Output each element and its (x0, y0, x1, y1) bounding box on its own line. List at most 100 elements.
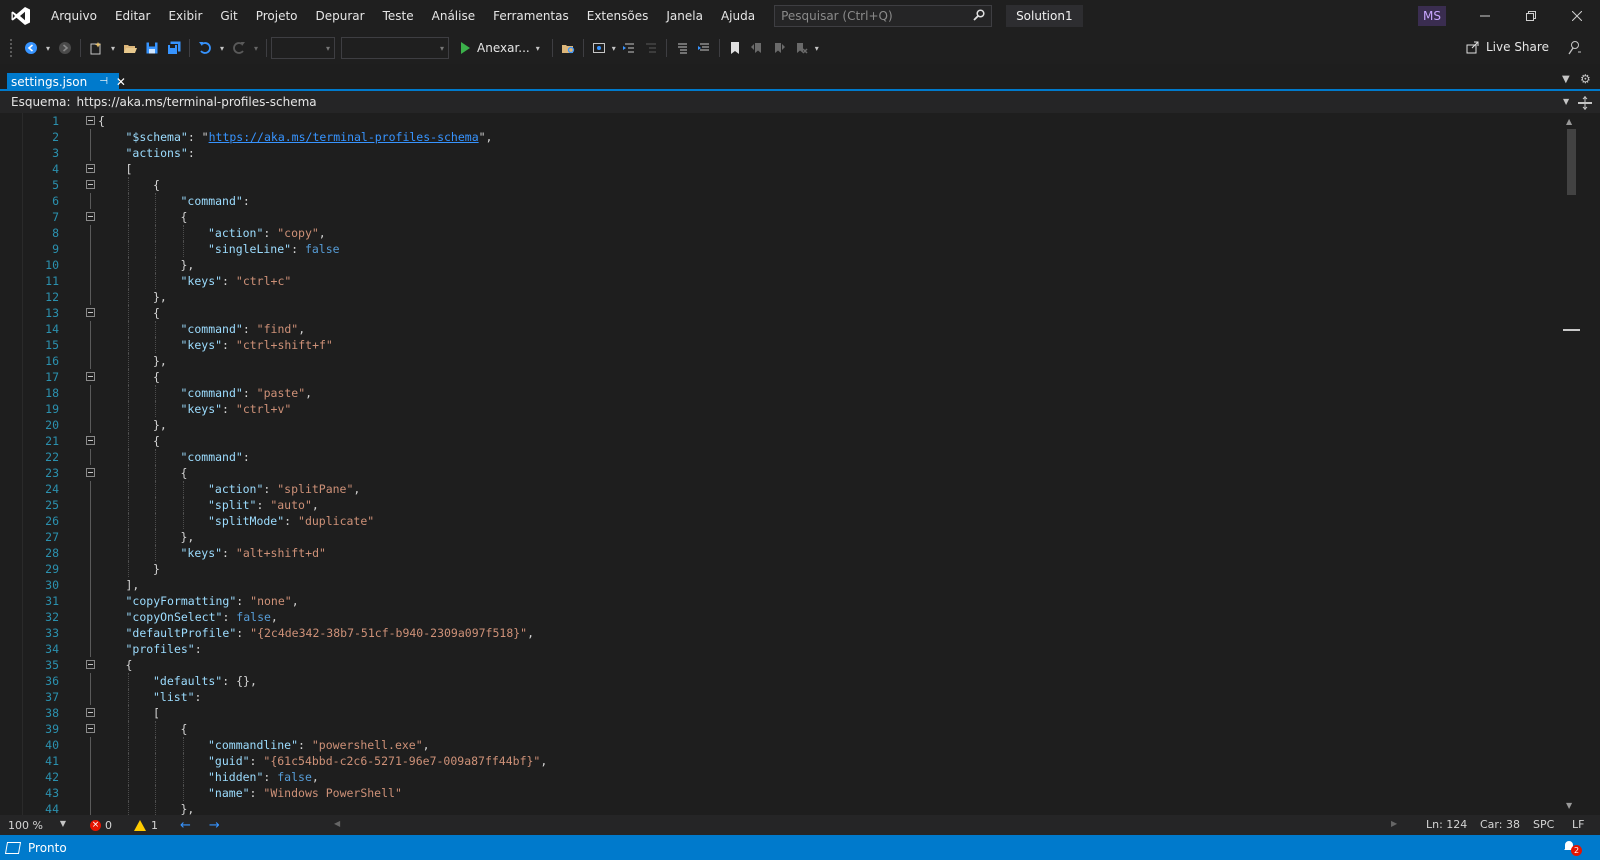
collapse-icon[interactable] (86, 468, 95, 477)
next-bookmark-icon[interactable] (768, 37, 790, 59)
toolbar-grip[interactable] (10, 39, 14, 57)
collapse-icon[interactable] (86, 212, 95, 221)
configuration-combo[interactable]: ▾ (271, 37, 335, 59)
feedback-icon[interactable] (1564, 38, 1584, 58)
platform-combo[interactable]: ▾ (341, 37, 449, 59)
code-line[interactable]: 42 "hidden": false, (0, 769, 1560, 785)
solution-name[interactable]: Solution1 (1006, 5, 1083, 27)
screenshot-icon[interactable] (588, 37, 610, 59)
code-line[interactable]: 15 "keys": "ctrl+shift+f" (0, 337, 1560, 353)
code-line[interactable]: 38 [ (0, 705, 1560, 721)
collapse-icon[interactable] (86, 372, 95, 381)
split-icon[interactable] (1576, 94, 1594, 112)
new-dropdown-icon[interactable]: ▾ (107, 37, 119, 59)
code-line[interactable]: 33 "defaultProfile": "{2c4de342-38b7-51cf… (0, 625, 1560, 641)
collapse-icon[interactable] (86, 436, 95, 445)
menu-janela[interactable]: Janela (657, 0, 712, 32)
code-line[interactable]: 4[ (0, 161, 1560, 177)
restore-button[interactable] (1508, 0, 1554, 32)
back-dropdown-icon[interactable]: ▾ (42, 37, 54, 59)
code-line[interactable]: 9 "singleLine": false (0, 241, 1560, 257)
menu-depurar[interactable]: Depurar (307, 0, 374, 32)
live-share-button[interactable]: Live Share (1466, 40, 1549, 54)
code-line[interactable]: 44}, (0, 801, 1560, 815)
code-line[interactable]: 29} (0, 561, 1560, 577)
menu-arquivo[interactable]: Arquivo (42, 0, 106, 32)
uncomment-icon[interactable] (693, 37, 715, 59)
code-line[interactable]: 14 "command": "find", (0, 321, 1560, 337)
code-line[interactable]: 35 { (0, 657, 1560, 673)
code-line[interactable]: 17 { (0, 369, 1560, 385)
scrollbar-thumb[interactable] (1567, 129, 1576, 195)
bookmark-icon[interactable] (724, 37, 746, 59)
code-token[interactable]: https://aka.ms/terminal-profiles-schema (209, 130, 479, 144)
vs-logo-icon[interactable] (10, 5, 32, 27)
code-line[interactable]: 28 "keys": "alt+shift+d" (0, 545, 1560, 561)
avatar[interactable]: MS (1418, 6, 1446, 26)
code-line[interactable]: 30], (0, 577, 1560, 593)
scroll-up-icon[interactable]: ▲ (1566, 117, 1572, 126)
code-line[interactable]: 39 { (0, 721, 1560, 737)
screenshot-dropdown-icon[interactable]: ▾ (610, 37, 618, 59)
menu-extensoes[interactable]: Extensões (578, 0, 658, 32)
warning-count[interactable]: 1 (134, 819, 158, 832)
vertical-scrollbar[interactable]: ▲ ▼ (1560, 113, 1600, 815)
code-line[interactable]: 1{ (0, 113, 1560, 129)
code-line[interactable]: 3 "actions": (0, 145, 1560, 161)
code-line[interactable]: 10}, (0, 257, 1560, 273)
pin-icon[interactable]: ⊣ (99, 76, 108, 87)
code-line[interactable]: 13 { (0, 305, 1560, 321)
tab-settings-json[interactable]: settings.json ⊣ ✕ (7, 73, 126, 90)
code-line[interactable]: 24 "action": "splitPane", (0, 481, 1560, 497)
prev-issue-arrow-icon[interactable]: ← (180, 818, 191, 833)
menu-editar[interactable]: Editar (106, 0, 160, 32)
code-line[interactable]: 36 "defaults": {}, (0, 673, 1560, 689)
search-icon[interactable] (973, 8, 985, 24)
save-icon[interactable] (141, 37, 163, 59)
code-line[interactable]: 41 "guid": "{61c54bbd-c2c6-5271-96e7-009a… (0, 753, 1560, 769)
code-editor[interactable]: 1{2 "$schema": "https://aka.ms/terminal-p… (0, 113, 1600, 815)
gear-icon[interactable]: ⚙ (1580, 72, 1591, 86)
spacing-status[interactable]: SPC (1533, 818, 1554, 831)
code-line[interactable]: 11 "keys": "ctrl+c" (0, 273, 1560, 289)
hscroll-right-icon[interactable]: ▶ (1391, 819, 1397, 828)
comment-icon[interactable] (671, 37, 693, 59)
code-line[interactable]: 21 { (0, 433, 1560, 449)
step-into-icon[interactable] (618, 37, 640, 59)
tab-list-dropdown-icon[interactable]: ▼ (1562, 74, 1570, 85)
prev-bookmark-icon[interactable] (746, 37, 768, 59)
code-line[interactable]: 2 "$schema": "https://aka.ms/terminal-pro… (0, 129, 1560, 145)
notification-icon[interactable]: 2 (1562, 839, 1584, 857)
toolbar-overflow-icon[interactable]: ▾ (812, 37, 822, 59)
code-line[interactable]: 26 "splitMode": "duplicate" (0, 513, 1560, 529)
new-project-icon[interactable] (85, 37, 107, 59)
code-line[interactable]: 31 "copyFormatting": "none", (0, 593, 1560, 609)
collapse-icon[interactable] (86, 116, 95, 125)
scrollbar-track[interactable] (1563, 113, 1580, 815)
save-all-icon[interactable] (163, 37, 185, 59)
attach-dropdown-icon[interactable]: ▾ (536, 44, 540, 53)
forward-icon[interactable] (54, 37, 76, 59)
code-line[interactable]: 16}, (0, 353, 1560, 369)
error-count[interactable]: × 0 (90, 819, 112, 832)
menu-ferramentas[interactable]: Ferramentas (484, 0, 578, 32)
code-line[interactable]: 20}, (0, 417, 1560, 433)
line-number-status[interactable]: Ln: 124 (1426, 818, 1467, 831)
code-line[interactable]: 32 "copyOnSelect": false, (0, 609, 1560, 625)
browse-folder-icon[interactable] (557, 37, 579, 59)
menu-git[interactable]: Git (211, 0, 246, 32)
collapse-icon[interactable] (86, 308, 95, 317)
search-input[interactable] (781, 9, 962, 23)
code-line[interactable]: 23 { (0, 465, 1560, 481)
menu-analise[interactable]: Análise (423, 0, 484, 32)
column-status[interactable]: Car: 38 (1480, 818, 1520, 831)
scroll-down-icon[interactable]: ▼ (1566, 801, 1572, 810)
code-line[interactable]: 27}, (0, 529, 1560, 545)
next-issue-arrow-icon[interactable]: → (209, 818, 220, 833)
collapse-icon[interactable] (86, 180, 95, 189)
code-line[interactable]: 19 "keys": "ctrl+v" (0, 401, 1560, 417)
code-line[interactable]: 40 "commandline": "powershell.exe", (0, 737, 1560, 753)
code-line[interactable]: 12}, (0, 289, 1560, 305)
collapse-icon[interactable] (86, 164, 95, 173)
code-line[interactable]: 37 "list": (0, 689, 1560, 705)
